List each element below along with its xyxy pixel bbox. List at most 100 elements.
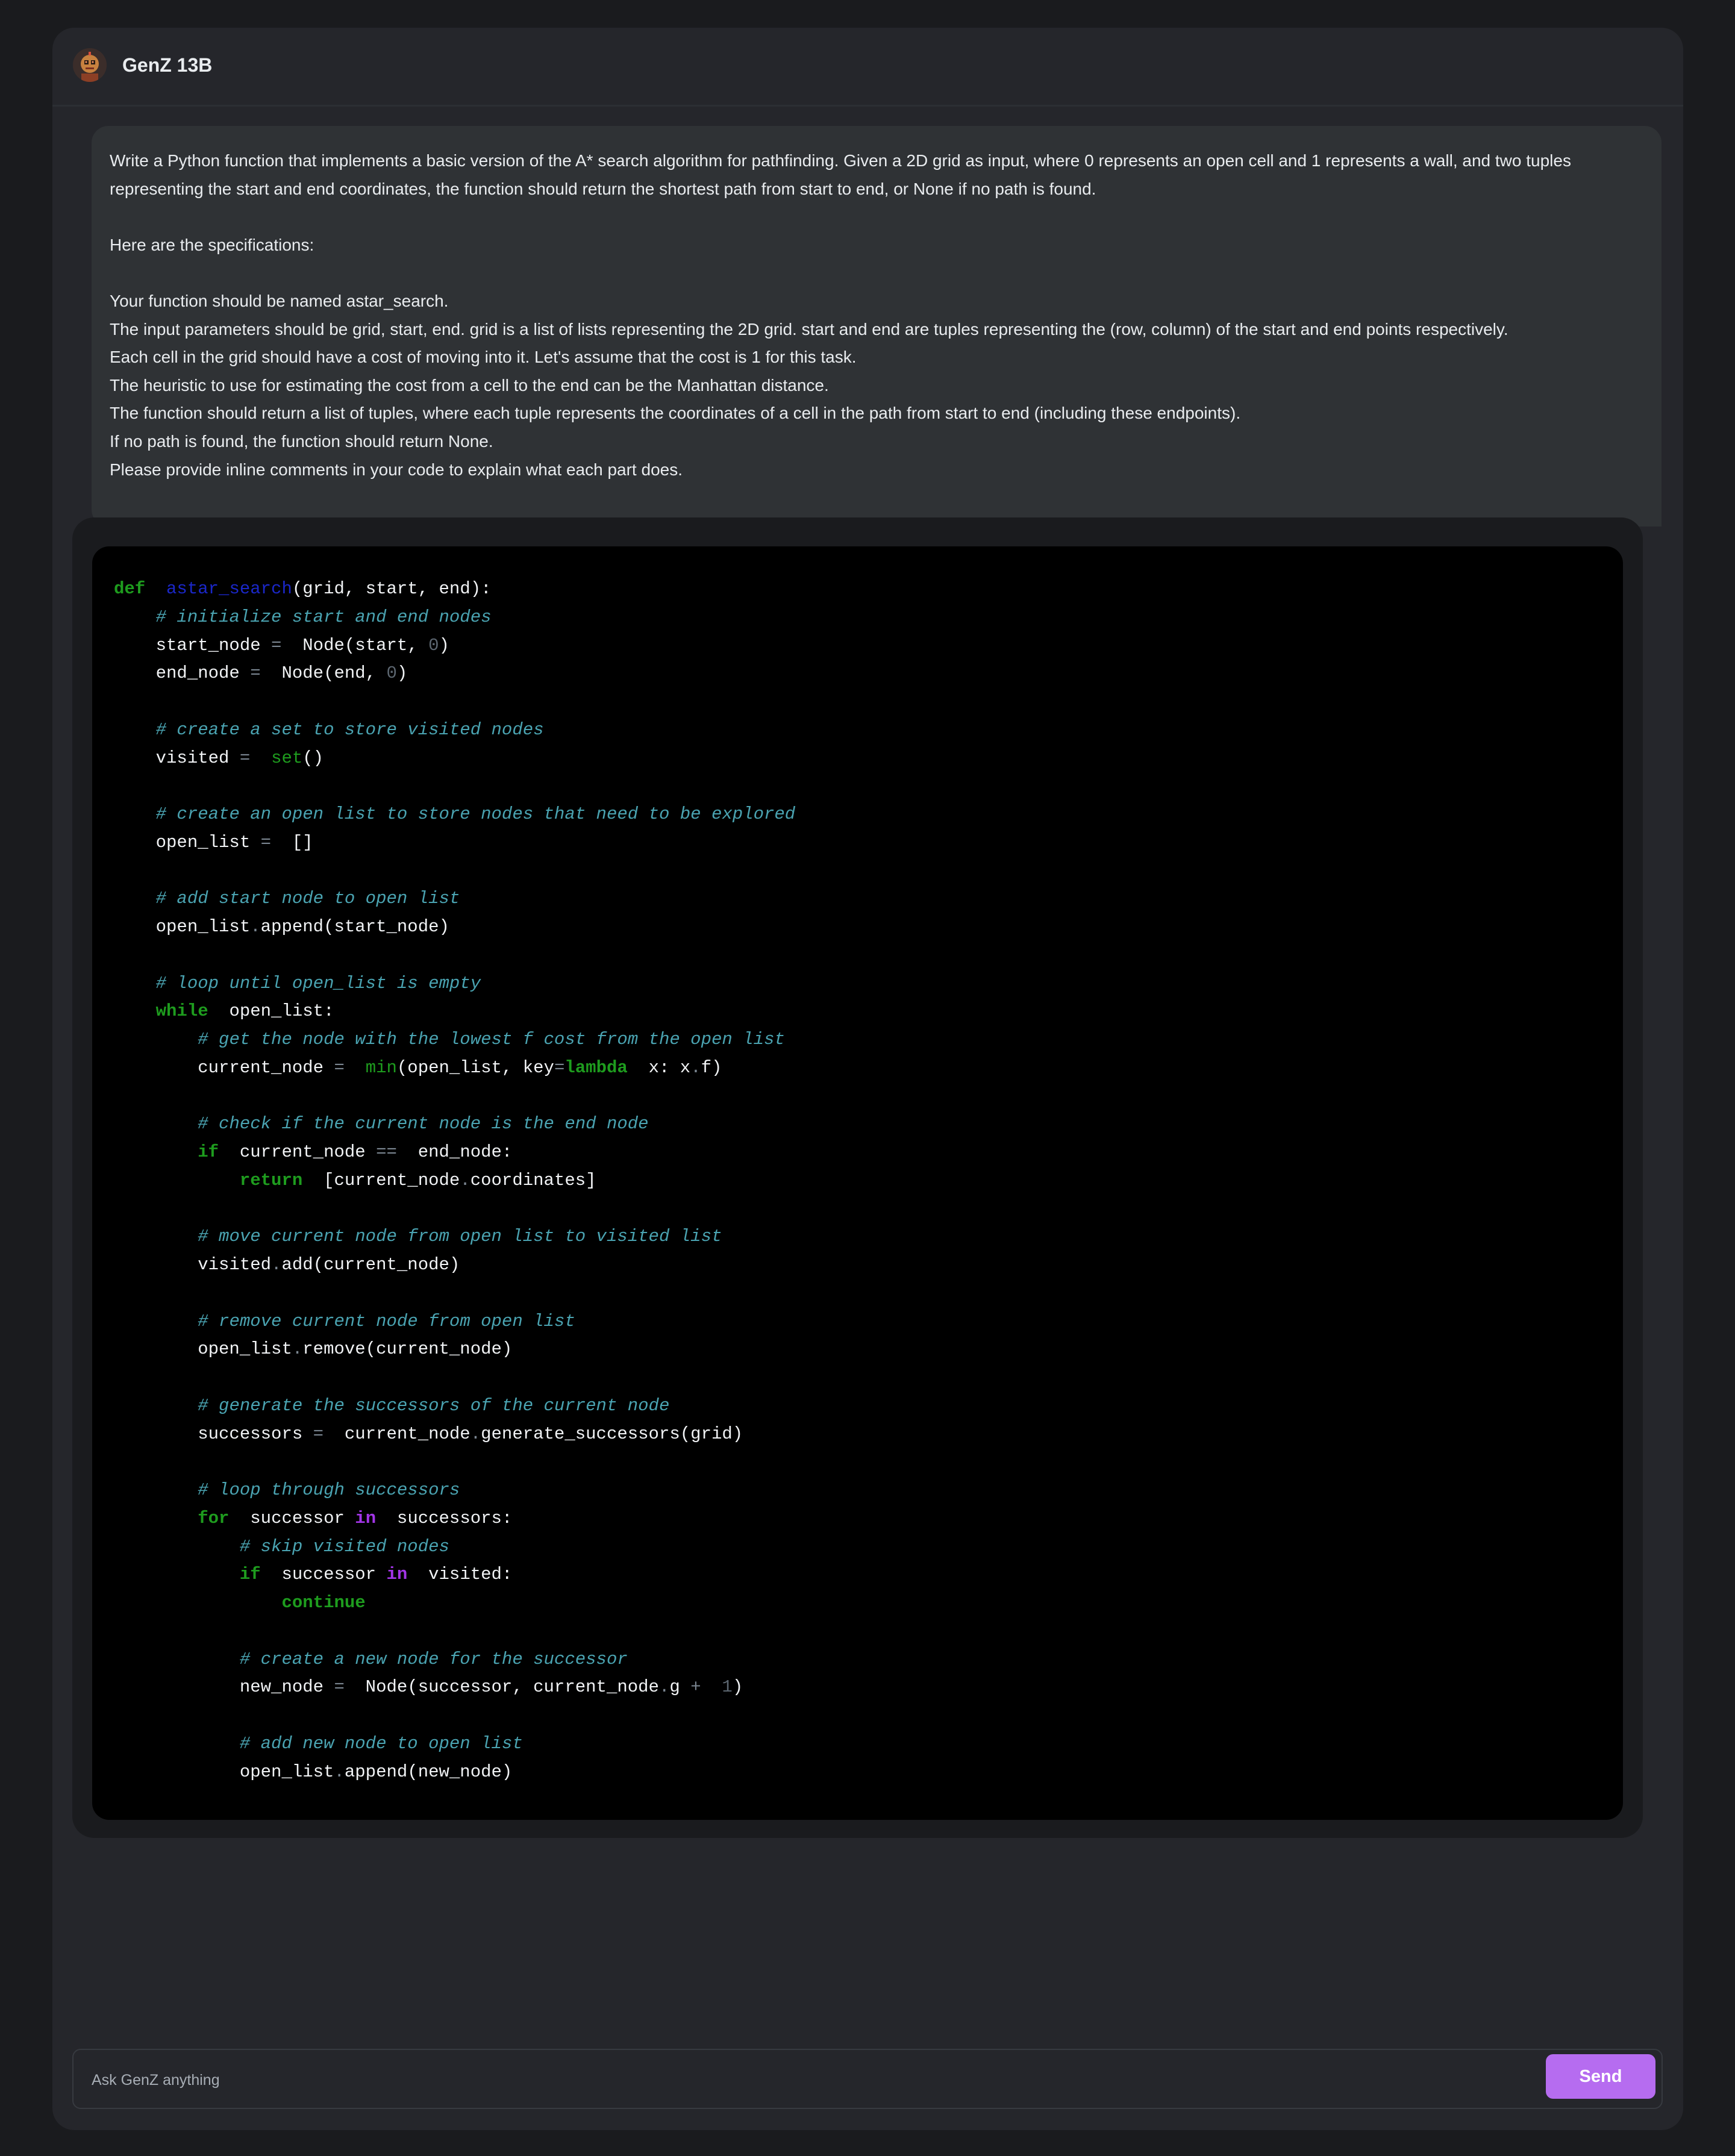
- code-block: def astar_search(grid, start, end): # in…: [92, 546, 1623, 1820]
- code-line: return [current_node.coordinates]: [114, 1170, 596, 1190]
- code-token: =: [239, 748, 251, 768]
- code-token: open_list:: [208, 1001, 334, 1022]
- prompt-paragraph: Each cell in the grid should have a cost…: [110, 348, 857, 367]
- code-token: =: [271, 635, 282, 655]
- code-token: min: [365, 1057, 397, 1078]
- prompt-paragraph: Here are the specifications:: [110, 235, 314, 254]
- code-token: =: [554, 1057, 565, 1078]
- code-line: visited.add(current_node): [114, 1255, 460, 1275]
- code-token: visited:: [407, 1564, 513, 1585]
- code-line: # loop through successors: [114, 1480, 460, 1500]
- code-line: open_list.remove(current_node): [114, 1339, 512, 1359]
- code-token: ): [439, 635, 449, 655]
- prompt-paragraph: The heuristic to use for estimating the …: [110, 375, 829, 395]
- prompt-paragraph: Your function should be named astar_sear…: [110, 291, 449, 310]
- send-button[interactable]: Send: [1546, 2054, 1655, 2099]
- code-token: # get the node with the lowest f cost fr…: [198, 1030, 785, 1049]
- code-token: end_node:: [396, 1142, 513, 1162]
- code-token: (open_list, key: [396, 1057, 554, 1078]
- code-line: while open_list:: [114, 1001, 334, 1021]
- code-line: current_node = min(open_list, key=lambda…: [114, 1058, 722, 1078]
- code-line: # add start node to open list: [114, 889, 460, 908]
- code-token: 0: [428, 635, 439, 655]
- code-token: .: [271, 1255, 282, 1275]
- prompt-paragraph: [110, 203, 1643, 231]
- code-line: # generate the successors of the current…: [114, 1396, 669, 1416]
- code-line: # check if the current node is the end n…: [114, 1114, 649, 1134]
- code-token: ==: [376, 1142, 397, 1162]
- code-token: []: [271, 832, 313, 852]
- code-line: # add new node to open list: [114, 1734, 523, 1754]
- code-token: # initialize start and end nodes: [155, 607, 492, 627]
- code-token: # update the heuristic of the new node: [240, 1818, 638, 1820]
- code-token: # check if the current node is the end n…: [198, 1114, 649, 1134]
- code-token: in: [355, 1508, 377, 1528]
- code-token: start_node: [114, 635, 272, 655]
- code-line: # initialize start and end nodes: [114, 607, 492, 627]
- user-message: Write a Python function that implements …: [92, 126, 1662, 527]
- code-token: successors:: [376, 1508, 513, 1528]
- prompt-paragraph: The input parameters should be grid, sta…: [110, 319, 1508, 339]
- code-token: coordinates]: [470, 1170, 596, 1190]
- code-token: while: [155, 1001, 208, 1022]
- code-token: append(new_node): [344, 1761, 513, 1782]
- prompt-paragraph: Please provide inline comments in your c…: [110, 460, 683, 479]
- code-token: return: [239, 1170, 303, 1190]
- code-token: def: [114, 579, 146, 599]
- code-token: successor: [229, 1508, 355, 1528]
- code-token: .: [250, 917, 261, 937]
- code-line: start_node = Node(start, 0): [114, 636, 449, 655]
- code-token: # skip visited nodes: [239, 1536, 449, 1557]
- code-token: generate_successors(grid): [481, 1423, 743, 1444]
- code-token: (): [302, 748, 324, 768]
- code-token: remove(current_node): [302, 1339, 513, 1360]
- chat-input-bar: Send: [72, 2049, 1663, 2109]
- code-token: lambda: [564, 1057, 628, 1078]
- code-token: successor: [260, 1564, 387, 1585]
- code-token: end_node: [114, 663, 251, 684]
- code-token: ): [396, 663, 408, 684]
- code-token: open_list: [114, 832, 261, 852]
- code-token: .: [690, 1057, 701, 1078]
- code-token: .: [292, 1339, 303, 1360]
- code-token: 0: [386, 663, 397, 684]
- code-token: [current_node: [302, 1170, 460, 1190]
- code-token: # create a new node for the successor: [239, 1649, 628, 1669]
- code-line: open_list.append(start_node): [114, 917, 449, 937]
- code-line: # create a set to store visited nodes: [114, 720, 544, 740]
- code-token: =: [313, 1423, 324, 1444]
- code-token: current_node: [219, 1142, 377, 1162]
- code-token: # loop until open_list is empty: [155, 973, 481, 993]
- code-line: def astar_search(grid, start, end):: [114, 579, 492, 599]
- code-token: in: [386, 1564, 408, 1585]
- code-token: new_node: [114, 1677, 334, 1698]
- code-token: Node(start,: [281, 635, 429, 655]
- code-line: # skip visited nodes: [114, 1537, 449, 1557]
- code-token: # create a set to store visited nodes: [155, 719, 544, 740]
- chat-input[interactable]: [90, 2064, 1478, 2096]
- robot-avatar-icon: [73, 48, 107, 82]
- chat-title: GenZ 13B: [122, 54, 213, 76]
- code-token: g: [669, 1677, 691, 1698]
- prompt-paragraph: [110, 259, 1643, 287]
- code-token: # remove current node from open list: [198, 1311, 575, 1331]
- code-token: x: x: [627, 1057, 691, 1078]
- code-token: if: [239, 1564, 261, 1585]
- code-line: # create a new node for the successor: [114, 1649, 628, 1669]
- code-token: continue: [281, 1593, 366, 1613]
- code-line: # create an open list to store nodes tha…: [114, 804, 796, 824]
- code-token: visited: [114, 748, 240, 768]
- code-line: # move current node from open list to vi…: [114, 1226, 722, 1246]
- code-token: Node(end,: [260, 663, 387, 684]
- code-token: .: [470, 1423, 481, 1444]
- code-token: +: [690, 1677, 701, 1698]
